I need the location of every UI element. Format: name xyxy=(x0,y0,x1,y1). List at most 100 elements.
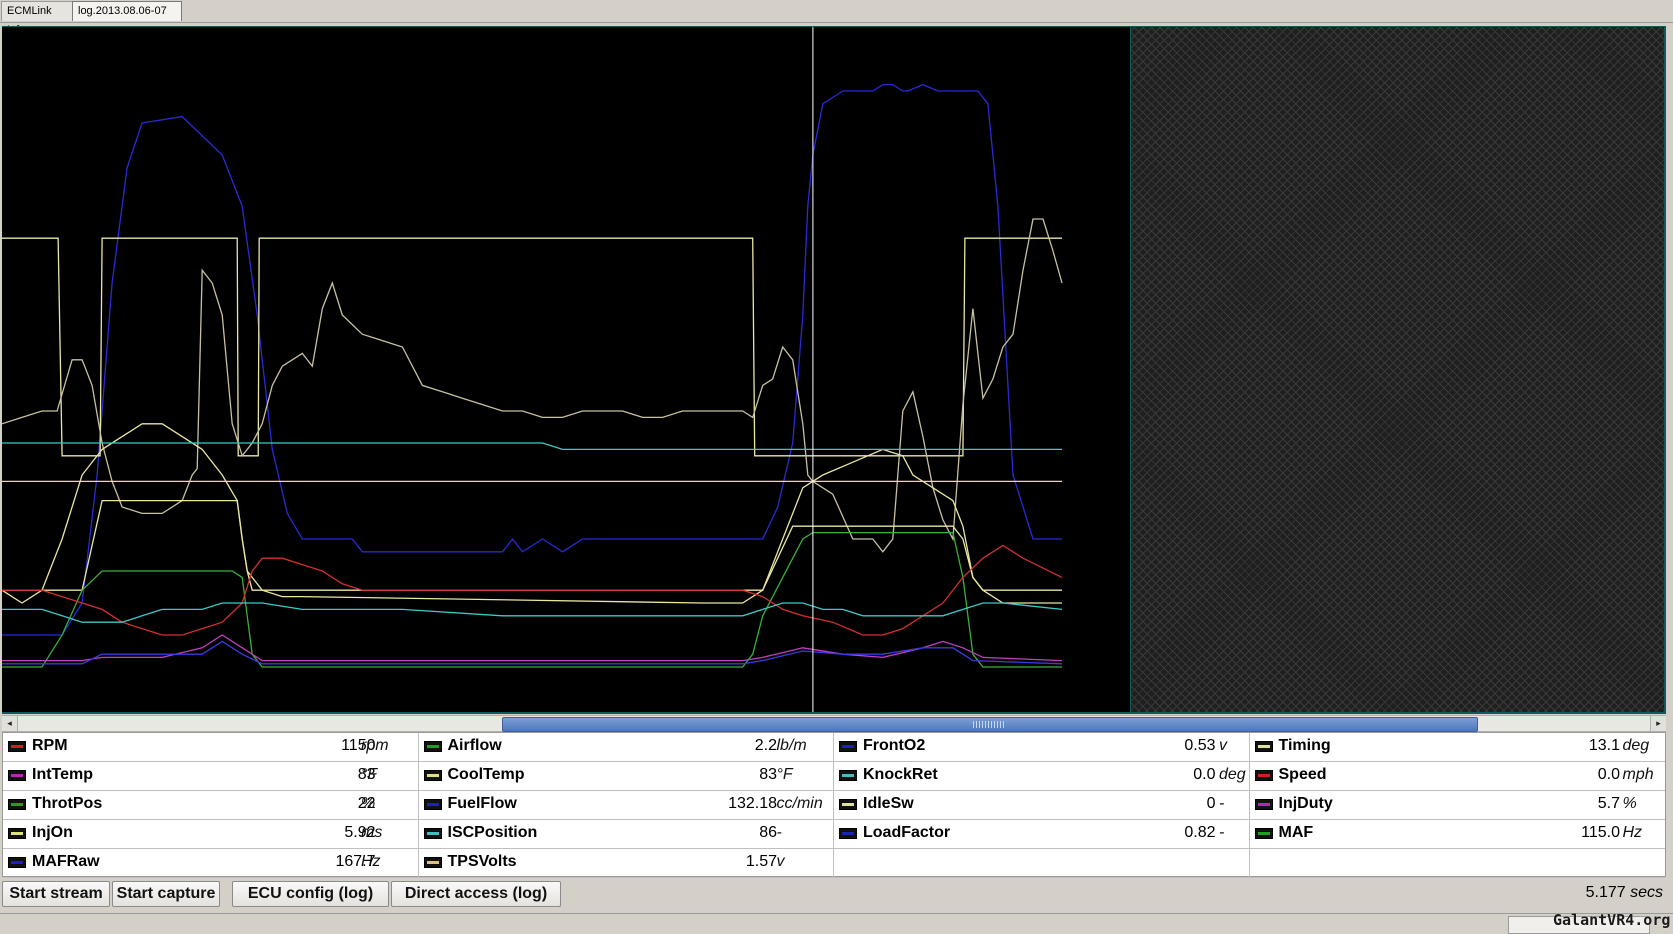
horizontal-scrollbar[interactable]: ◂ ▸ xyxy=(2,715,1666,732)
param-airflow[interactable]: Airflow 2.2 lb/m xyxy=(418,733,834,762)
color-swatch-icon xyxy=(839,741,857,752)
color-swatch-icon xyxy=(8,770,26,781)
param-unit: mph xyxy=(1622,766,1654,783)
param-name: Speed xyxy=(1278,766,1327,783)
param-name: IntTemp xyxy=(32,766,94,783)
param-name: Airflow xyxy=(447,737,502,754)
param-empty[interactable] xyxy=(1249,849,1665,878)
param-unit: v xyxy=(1219,737,1227,754)
start-stream-button[interactable]: Start stream xyxy=(2,881,110,907)
param-name: ISCPosition xyxy=(447,824,538,841)
param-inttemp[interactable]: IntTemp 83 °F xyxy=(3,762,419,791)
direct-access-button[interactable]: Direct access (log) xyxy=(391,881,561,907)
series-line-6 xyxy=(2,544,1063,636)
param-loadfactor[interactable]: LoadFactor 0.82- xyxy=(834,820,1250,849)
param-speed[interactable]: Speed 0.0 mph xyxy=(1249,762,1665,791)
param-value: 0 xyxy=(1206,795,1216,812)
param-name: FuelFlow xyxy=(447,795,517,812)
param-tpsvolts[interactable]: TPSVolts 1.57 v xyxy=(418,849,834,878)
param-value: 0.0 xyxy=(1597,766,1620,783)
series-line-8 xyxy=(2,442,1062,451)
elapsed-time: 5.177 secs xyxy=(1586,884,1663,902)
param-value: 0.82 xyxy=(1184,824,1216,841)
param-value: 5.7 xyxy=(1597,795,1620,812)
scroll-left-button[interactable]: ◂ xyxy=(2,716,18,731)
chart-empty-region xyxy=(1131,27,1664,712)
param-unit: deg xyxy=(1219,766,1246,783)
color-swatch-icon xyxy=(1254,741,1273,752)
param-name: RPM xyxy=(32,737,68,754)
param-name: MAFRaw xyxy=(32,853,100,870)
param-name: FrontO2 xyxy=(863,737,926,754)
param-unit: - xyxy=(1219,795,1225,812)
param-name: LoadFactor xyxy=(863,824,951,841)
param-injon[interactable]: InjOn 5.92 ms xyxy=(3,820,419,849)
param-cooltemp[interactable]: CoolTemp 83 °F xyxy=(418,762,834,791)
param-unit: v xyxy=(776,853,785,870)
series-line-7 xyxy=(2,602,1063,623)
color-swatch-icon xyxy=(423,857,442,868)
param-name: TPSVolts xyxy=(447,853,517,870)
param-value: 115.0 xyxy=(1581,824,1620,841)
param-name: MAF xyxy=(1278,824,1314,841)
param-value: 13.1 xyxy=(1588,737,1620,754)
color-swatch-icon xyxy=(1254,770,1273,781)
param-name: InjOn xyxy=(32,824,73,841)
tab-log-file[interactable]: log.2013.08.06-07 xyxy=(72,1,182,21)
log-chart[interactable] xyxy=(2,27,1130,712)
ecu-config-button[interactable]: ECU config (log) xyxy=(232,881,389,907)
color-swatch-icon xyxy=(1254,828,1273,839)
param-unit: - xyxy=(1219,824,1225,841)
param-empty[interactable] xyxy=(834,849,1250,878)
param-fuelflow[interactable]: FuelFlow 132.18 cc/min xyxy=(418,791,834,820)
tab-ecmlink-info[interactable]: ECMLink Info xyxy=(1,1,79,36)
color-swatch-icon xyxy=(1254,799,1273,810)
param-unit: °F xyxy=(776,766,793,783)
series-line-10 xyxy=(2,634,1063,662)
param-unit: ms xyxy=(361,824,383,841)
param-name: ThrotPos xyxy=(32,795,103,812)
series-line-2 xyxy=(2,218,1063,553)
series-line-0 xyxy=(2,83,1062,636)
scroll-thumb[interactable] xyxy=(502,717,1478,732)
color-swatch-icon xyxy=(423,741,442,752)
param-mafraw[interactable]: MAFRaw 167.7 Hz xyxy=(3,849,419,878)
color-swatch-icon xyxy=(8,741,26,752)
param-injduty[interactable]: InjDuty 5.7% xyxy=(1249,791,1665,820)
param-value: 1.57 xyxy=(745,853,777,870)
param-unit: - xyxy=(776,824,782,841)
elapsed-time-unit: secs xyxy=(1630,884,1663,901)
color-swatch-icon xyxy=(8,799,26,810)
color-swatch-icon xyxy=(8,828,26,839)
color-swatch-icon xyxy=(423,799,442,810)
param-name: IdleSw xyxy=(863,795,914,812)
param-value: 2.2 xyxy=(754,737,777,754)
param-value: 0.0 xyxy=(1193,766,1216,783)
tab-bar: ECMLink Info log.2013.08.06-07 xyxy=(0,0,1673,36)
scroll-grip-icon xyxy=(973,721,1005,728)
param-timing[interactable]: Timing 13.1 deg xyxy=(1249,733,1665,762)
param-value: 132.18 xyxy=(728,795,777,812)
param-fronto2[interactable]: FrontO2 0.53 v xyxy=(834,733,1250,762)
param-name: Timing xyxy=(1278,737,1331,754)
scroll-right-button[interactable]: ▸ xyxy=(1650,716,1666,731)
param-name: CoolTemp xyxy=(447,766,525,783)
log-chart-svg xyxy=(2,27,1063,712)
watermark-text: GalantVR4.org xyxy=(1553,911,1671,929)
color-swatch-icon xyxy=(423,770,442,781)
color-swatch-icon xyxy=(423,828,442,839)
param-iscposition[interactable]: ISCPosition 86- xyxy=(418,820,834,849)
param-value: 0.53 xyxy=(1184,737,1216,754)
param-unit: lb/m xyxy=(776,737,807,754)
color-swatch-icon xyxy=(839,770,857,781)
param-name: InjDuty xyxy=(1278,795,1333,812)
param-unit: Hz xyxy=(361,853,381,870)
param-knockret[interactable]: KnockRet 0.0 deg xyxy=(834,762,1250,791)
elapsed-time-value: 5.177 xyxy=(1585,884,1626,901)
start-capture-button[interactable]: Start capture xyxy=(112,881,220,907)
param-idlesw[interactable]: IdleSw 0- xyxy=(834,791,1250,820)
param-maf[interactable]: MAF 115.0 Hz xyxy=(1249,820,1665,849)
param-throtpos[interactable]: ThrotPos 22% xyxy=(3,791,419,820)
param-unit: % xyxy=(361,795,376,812)
param-rpm[interactable]: RPM 1150 rpm xyxy=(3,733,419,762)
